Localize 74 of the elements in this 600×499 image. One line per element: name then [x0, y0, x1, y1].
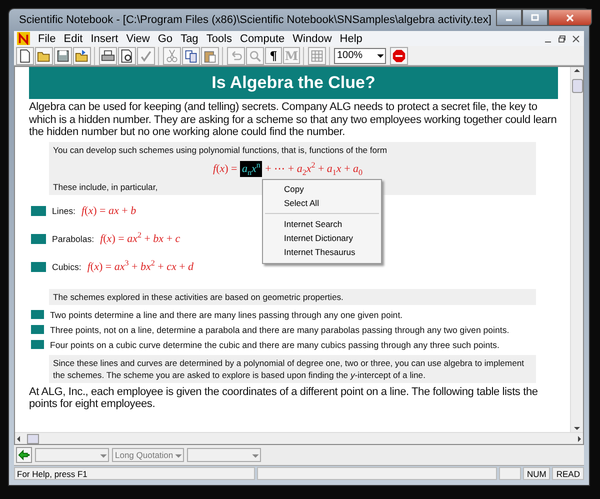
minimize-button[interactable]	[496, 9, 522, 26]
printer-icon[interactable]	[99, 46, 117, 64]
menu-item[interactable]: Internet Dictionary	[263, 231, 381, 245]
formula-part: f(x) =	[213, 162, 238, 174]
paragraph: Algebra can be used for keeping (and telling) secrets. Company ALG needs to protect a secret file, the key to which is a hidden number. They are asking for a scheme so that any two employees working together could learn the hidden number but no one working alone could find the number.	[29, 101, 558, 138]
status-indicator: NUM	[523, 467, 550, 480]
vertical-scrollbar[interactable]	[570, 67, 583, 432]
note-text: The schemes explored in these activities are based on geometric properties.	[53, 290, 344, 302]
restore-icon[interactable]	[557, 34, 567, 44]
checkmark-icon[interactable]	[137, 46, 155, 64]
note-text: Since these lines and curves are determined by a polynomial of degree one, two or three, you can use algebra to implement the schemes. The scheme you are asked to explore is based upon finding the y-intercept of a line.	[53, 356, 526, 380]
scroll-thumb[interactable]	[27, 434, 39, 444]
note-text: You can develop such schemes using polynomial functions, that is, functions of the form	[53, 144, 388, 156]
window-title: Scientific Notebook - [C:\Program Files (x86)\Scientific Notebook\SNSamples\algebra activity.tex]	[19, 14, 492, 26]
menu-item[interactable]: Compute	[236, 32, 289, 44]
stop-sign-icon[interactable]	[390, 46, 408, 64]
document-icon[interactable]	[17, 32, 30, 45]
menu-item[interactable]: Tag	[176, 32, 202, 44]
status-text: For Help, press F1	[14, 467, 255, 480]
bullet-square	[31, 325, 44, 334]
menu-item[interactable]: Edit	[60, 32, 87, 44]
scroll-right-icon[interactable]	[575, 434, 583, 442]
menu-item[interactable]: Copy	[263, 182, 381, 196]
bullet-label: Lines:	[52, 206, 76, 216]
bullet-label: Parabolas:	[52, 234, 94, 244]
menu-item[interactable]: Select All	[263, 196, 381, 210]
heading-banner: Is Algebra the Clue?	[29, 67, 558, 99]
horizontal-scrollbar[interactable]	[15, 432, 583, 444]
bullet-square	[31, 310, 44, 319]
menu-item[interactable]: Insert	[86, 32, 122, 44]
bullet-text: Three points, not on a line, determine a parabola and there are many parabolas passing through any two given points.	[50, 324, 510, 334]
blank-page-icon[interactable]	[16, 46, 34, 64]
menu-item[interactable]: Window	[288, 32, 336, 44]
folder-icon[interactable]	[35, 46, 53, 64]
close-icon	[565, 14, 576, 22]
page-magnifier-icon[interactable]	[118, 46, 136, 64]
bullet-square	[31, 206, 46, 216]
formula: f(x) = ax$^{2}$ + bx + c	[100, 232, 180, 244]
bullet-text: Four points on a cubic curve determine the cubic and there are many cubics passing through any three such points.	[50, 340, 500, 350]
menu-item[interactable]: File	[34, 32, 60, 44]
floppy-disk-icon[interactable]	[54, 46, 72, 64]
zoom-dropdown[interactable]: 100%	[334, 48, 386, 64]
bullet-label: Cubics:	[52, 262, 82, 272]
maximize-button[interactable]	[522, 9, 548, 26]
note-text: These include, in particular,	[53, 180, 158, 192]
back-button[interactable]	[16, 447, 32, 463]
table-icon[interactable]	[308, 46, 326, 64]
style-dropdown[interactable]: Long Quotation	[112, 448, 184, 462]
scroll-thumb[interactable]	[572, 79, 582, 93]
menu-item[interactable]: Go	[154, 32, 177, 44]
menu-item[interactable]: View	[122, 32, 154, 44]
menu-item[interactable]: Internet Thesaurus	[263, 245, 381, 259]
close-icon[interactable]	[571, 34, 581, 44]
close-button[interactable]	[548, 9, 592, 26]
scroll-left-icon[interactable]	[15, 434, 23, 442]
menu-item[interactable]: Tools	[202, 32, 236, 44]
toolbar-button[interactable]: ¶	[265, 47, 282, 64]
dropdown-field[interactable]	[35, 448, 109, 462]
formula-part: a$_{n}$x$^{n}$	[240, 160, 262, 176]
clipboard-icon[interactable]	[201, 46, 219, 64]
bullet-square	[31, 234, 46, 244]
bullet-square	[31, 262, 46, 272]
formula: f(x) = ax$^{3}$ + bx$^{2}$ + cx + d	[87, 260, 194, 272]
menu-item[interactable]: Help	[336, 32, 366, 44]
bullet-text: Two points determine a line and there are many lines passing through any one given point.	[50, 310, 403, 320]
bullet-square	[31, 340, 44, 349]
dropdown-field[interactable]	[187, 448, 261, 462]
maximize-icon	[530, 14, 540, 22]
formula-part: + ⋯ + a$_{2}$x$^{2}$ + a$_{1}$x + a$_{0}$	[264, 162, 363, 174]
paragraph: At ALG, Inc., each employee is given the coordinates of a different point on a line. The following table lists the points for eight employees.	[29, 386, 539, 410]
status-indicator: READ	[552, 467, 584, 480]
menu-item[interactable]: Internet Search	[263, 217, 381, 231]
copy-icon[interactable]	[182, 46, 200, 64]
formula: f(x) = ax + b	[81, 204, 136, 216]
